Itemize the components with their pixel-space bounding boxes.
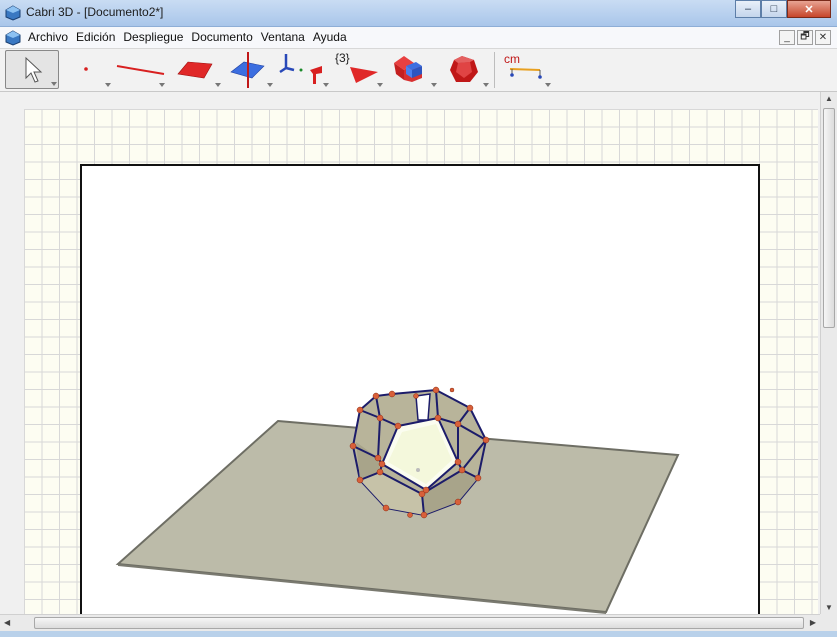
- horizontal-scrollbar[interactable]: ◀ ▶: [0, 614, 820, 632]
- surfaces-tool[interactable]: [170, 50, 222, 89]
- menu-despliegue[interactable]: Despliegue: [119, 30, 187, 44]
- scroll-corner: [820, 614, 837, 631]
- menu-edicion[interactable]: Edición: [72, 30, 119, 44]
- menu-bar: Archivo Edición Despliegue Documento Ven…: [0, 27, 837, 49]
- transformations-tool[interactable]: [276, 50, 330, 89]
- scroll-down-icon[interactable]: ▼: [825, 603, 833, 612]
- regular-polyhedra-tool[interactable]: [440, 50, 490, 89]
- doc-restore-button[interactable]: 🗗: [797, 30, 813, 45]
- construction-page[interactable]: [80, 164, 760, 616]
- measure-icon: [509, 68, 542, 79]
- scroll-left-icon[interactable]: ◀: [4, 618, 10, 627]
- triangle-icon: [350, 67, 378, 83]
- minimize-button[interactable]: –: [735, 0, 761, 18]
- vertical-scroll-thumb[interactable]: [823, 108, 835, 328]
- doc-minimize-button[interactable]: _: [779, 30, 795, 45]
- measurement-tool[interactable]: cm: [498, 50, 552, 89]
- solids-tool[interactable]: [388, 50, 438, 89]
- document-window-controls: _ 🗗 ✕: [779, 30, 831, 45]
- relative-constructions-tool[interactable]: [226, 50, 274, 89]
- vertical-scrollbar[interactable]: ▲ ▼: [820, 92, 837, 614]
- polygon-sides-label: {3}: [335, 51, 350, 65]
- doc-close-button[interactable]: ✕: [815, 30, 831, 45]
- toolbar: {3} cm: [0, 49, 837, 92]
- title-bar[interactable]: Cabri 3D - [Documento2*] – □ ✕: [0, 0, 837, 27]
- app-window: Cabri 3D - [Documento2*] – □ ✕ Archivo E…: [0, 0, 837, 637]
- scroll-right-icon[interactable]: ▶: [810, 618, 816, 627]
- menu-ventana[interactable]: Ventana: [257, 30, 309, 44]
- close-button[interactable]: ✕: [787, 0, 831, 18]
- symmetry-icon: [279, 54, 322, 84]
- regular-polygons-tool[interactable]: {3}: [332, 50, 384, 89]
- pointer-tool[interactable]: [5, 50, 59, 89]
- window-controls: – □ ✕: [735, 0, 831, 20]
- document-icon[interactable]: [5, 30, 21, 46]
- curves-tool[interactable]: [114, 50, 166, 89]
- menu-ayuda[interactable]: Ayuda: [309, 30, 351, 44]
- window-bottom-border: [0, 631, 837, 637]
- points-tool[interactable]: [62, 50, 112, 89]
- scroll-up-icon[interactable]: ▲: [825, 94, 833, 103]
- cabri-app-icon: [5, 5, 21, 21]
- measure-unit-label: cm: [504, 52, 520, 66]
- menu-documento[interactable]: Documento: [187, 30, 256, 44]
- maximize-button[interactable]: □: [761, 0, 787, 18]
- horizontal-scroll-thumb[interactable]: [34, 617, 804, 629]
- window-title: Cabri 3D - [Documento2*]: [26, 5, 164, 19]
- menu-archivo[interactable]: Archivo: [24, 30, 72, 44]
